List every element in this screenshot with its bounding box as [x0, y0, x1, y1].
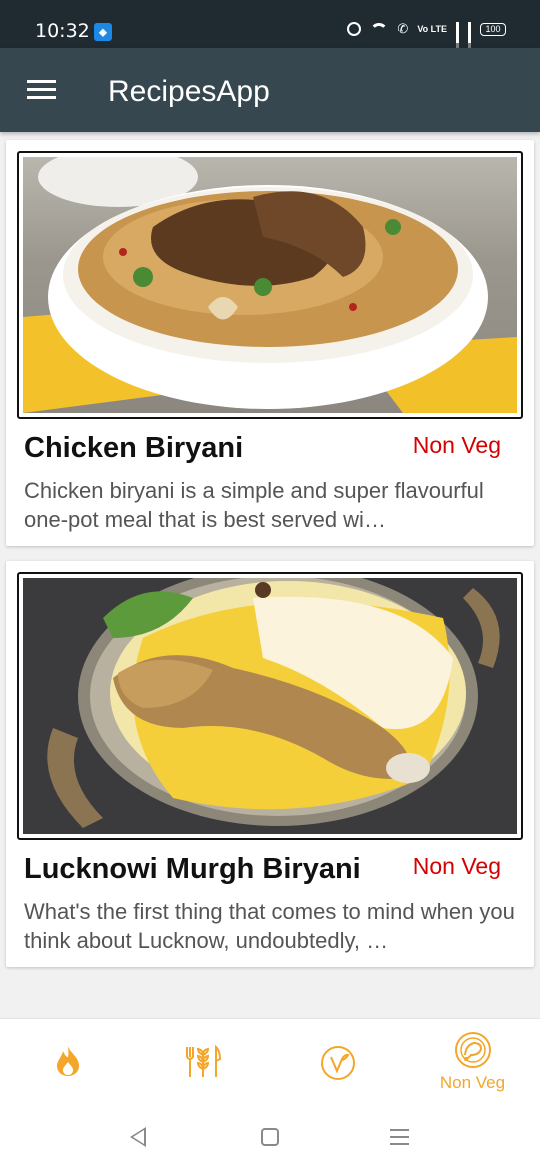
- signal-icon: [456, 22, 459, 57]
- status-bar: 10:32 ⬥ ✆ Vo LTE 100: [0, 0, 540, 57]
- bottom-navigation: Non Veg: [0, 1018, 540, 1104]
- nav-item-non-veg[interactable]: Non Veg: [405, 1019, 540, 1105]
- wifi-call-icon: ✆: [397, 21, 409, 36]
- biryani-bowl-photo: [23, 157, 517, 413]
- hamburger-menu-icon[interactable]: [27, 80, 56, 100]
- chicken-plate-icon: [454, 1032, 491, 1068]
- recipe-description: Chicken biryani is a simple and super fl…: [24, 478, 484, 532]
- recipe-description: What's the first thing that comes to min…: [24, 899, 515, 953]
- lucknowi-biryani-photo: [23, 578, 517, 834]
- nav-item-veg[interactable]: [270, 1019, 405, 1105]
- alarm-icon: [347, 22, 362, 36]
- recipe-type-tag: Non Veg: [412, 432, 501, 458]
- app-title: RecipesApp: [108, 75, 270, 108]
- status-icons: ✆ Vo LTE 100: [347, 21, 506, 57]
- recipe-image: [17, 151, 523, 419]
- flame-icon: [56, 1046, 79, 1076]
- nav-item-trending[interactable]: [0, 1019, 135, 1105]
- recipe-title: Lucknowi Murgh Biryani: [24, 853, 361, 885]
- nav-label-non-veg: Non Veg: [439, 1073, 506, 1092]
- veg-leaf-icon: [320, 1046, 355, 1080]
- battery-icon: 100: [480, 22, 506, 36]
- nav-item-all-recipes[interactable]: [135, 1019, 270, 1105]
- app-bar: RecipesApp: [0, 48, 540, 132]
- recents-icon[interactable]: [390, 1129, 409, 1145]
- recipe-title: Chicken Biryani: [24, 432, 244, 464]
- recipe-image: [17, 572, 523, 840]
- back-icon[interactable]: [130, 1127, 146, 1147]
- recipe-type-tag: Non Veg: [412, 853, 501, 879]
- notification-app-icon: ⬥: [94, 23, 112, 41]
- recipe-card[interactable]: Chicken Biryani Non Veg Chicken biryani …: [6, 140, 534, 546]
- wifi-icon: [370, 22, 389, 36]
- status-time: 10:32: [35, 20, 90, 42]
- recipe-card[interactable]: Lucknowi Murgh Biryani Non Veg What's th…: [6, 561, 534, 967]
- home-icon[interactable]: [261, 1128, 279, 1146]
- fork-wheat-knife-icon: [185, 1045, 221, 1077]
- volte-icon: Vo LTE: [417, 23, 447, 34]
- system-navigation-bar: [0, 1104, 540, 1170]
- signal-2-icon: [468, 22, 471, 57]
